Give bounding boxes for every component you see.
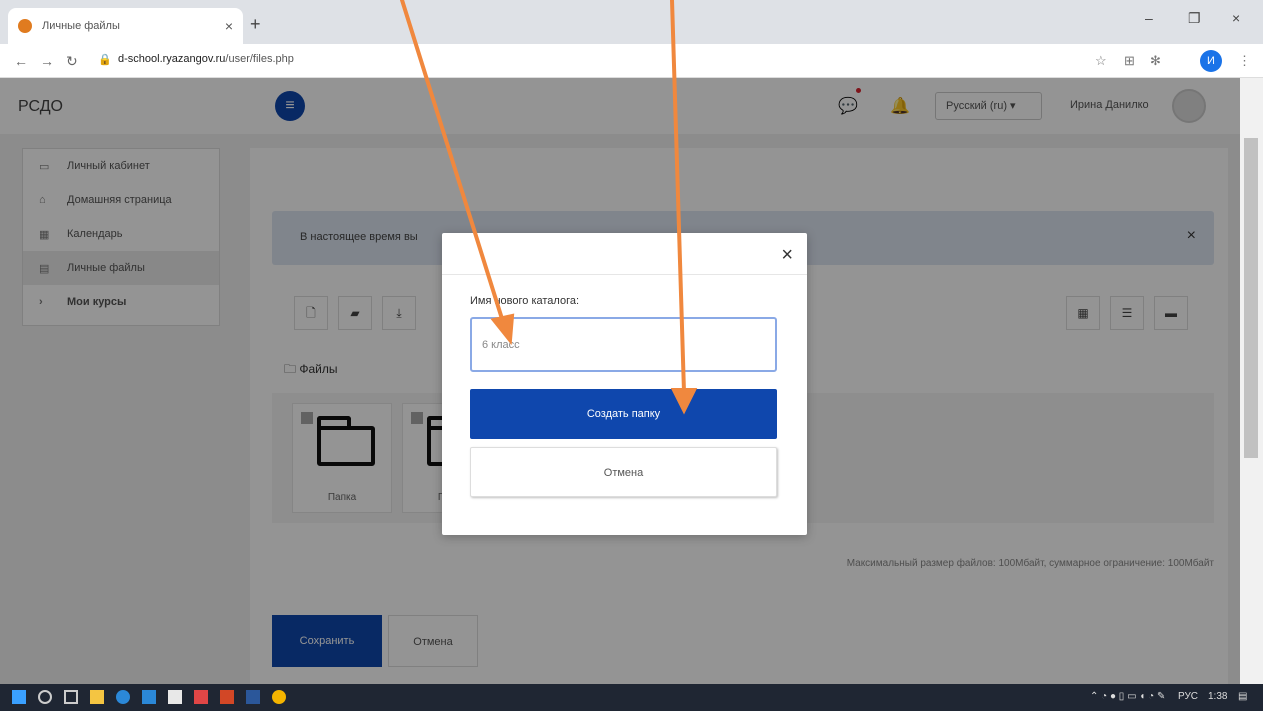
app-icon[interactable] (168, 690, 182, 704)
tray-icons[interactable]: ⌃ ◔ ● ▯ ▭ ◖ ◔ ✎ (1090, 691, 1165, 702)
url-path: /user/files.php (225, 53, 294, 65)
notifications-icon[interactable]: ▤ (1238, 691, 1247, 702)
forward-icon[interactable]: → (40, 53, 54, 69)
browser-tab[interactable]: Личные файлы × (8, 8, 243, 44)
page-scrollbar[interactable] (1240, 78, 1263, 684)
task-view-icon[interactable] (64, 690, 78, 704)
reload-icon[interactable]: ↻ (66, 53, 78, 70)
create-folder-dialog: × Имя нового каталога: Создать папку Отм… (442, 233, 807, 535)
bookmark-star-icon[interactable]: ☆ (1095, 53, 1107, 69)
restore-button[interactable]: ❐ (1188, 10, 1201, 27)
dialog-cancel-button[interactable]: Отмена (470, 447, 777, 497)
store-icon[interactable] (142, 690, 156, 704)
word-icon[interactable] (246, 690, 260, 704)
url-field[interactable]: d-school.ryazangov.ru/user/files.php (118, 53, 294, 65)
minimize-button[interactable]: – (1145, 10, 1153, 26)
new-tab-button[interactable]: + (250, 14, 261, 35)
tab-title: Личные файлы (42, 20, 120, 32)
lock-icon: 🔒 (98, 54, 112, 66)
create-folder-confirm-button[interactable]: Создать папку (470, 389, 777, 439)
start-icon[interactable] (12, 690, 26, 704)
browser-menu-icon[interactable]: ⋮ (1238, 53, 1251, 69)
clock[interactable]: 1:38 (1208, 691, 1227, 702)
input-language[interactable]: РУС (1178, 691, 1198, 702)
scrollbar-thumb[interactable] (1244, 138, 1258, 458)
search-icon[interactable] (38, 690, 52, 704)
address-bar: ← → ↻ 🔒 d-school.ryazangov.ru/user/files… (0, 44, 1263, 78)
url-host: d-school.ryazangov.ru (118, 53, 226, 65)
tab-close-icon[interactable]: × (225, 18, 233, 34)
edge-icon[interactable] (116, 690, 130, 704)
back-icon[interactable]: ← (14, 53, 28, 69)
folder-name-label: Имя нового каталога: (470, 295, 580, 307)
dialog-close-icon[interactable]: × (781, 245, 793, 265)
mail-icon[interactable] (194, 690, 208, 704)
window-close-button[interactable]: × (1232, 10, 1240, 26)
file-explorer-icon[interactable] (90, 690, 104, 704)
dialog-header: × (442, 233, 807, 275)
chrome-icon[interactable] (272, 690, 286, 704)
folder-name-input[interactable] (470, 317, 777, 372)
powerpoint-icon[interactable] (220, 690, 234, 704)
windows-taskbar: ⌃ ◔ ● ▯ ▭ ◖ ◔ ✎ РУС 1:38 ▤ (0, 684, 1263, 711)
profile-avatar[interactable]: И (1200, 50, 1222, 72)
favicon-icon (18, 19, 32, 33)
translate-icon[interactable]: ⊞ (1124, 53, 1135, 69)
browser-tabbar: Личные файлы × + – ❐ × (0, 0, 1263, 44)
extension-icon[interactable]: ✻ (1150, 53, 1161, 69)
